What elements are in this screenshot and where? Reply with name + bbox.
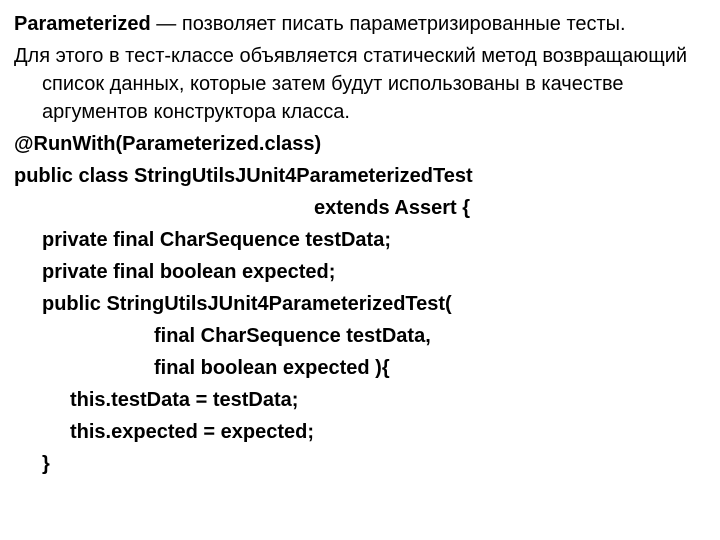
code-line-field1: private final CharSequence testData; (14, 226, 706, 254)
intro-paragraph: Parameterized — позволяет писать парамет… (14, 10, 706, 38)
code-line-annotation: @RunWith(Parameterized.class) (14, 130, 706, 158)
code-line-assign2: this.expected = expected; (14, 418, 706, 446)
code-line-close: } (14, 450, 706, 478)
code-line-constructor: public StringUtilsJUnit4ParameterizedTes… (14, 290, 706, 318)
description-paragraph: Для этого в тест-классе объявляется стат… (14, 42, 706, 126)
code-line-field2: private final boolean expected; (14, 258, 706, 286)
intro-desc: — позволяет писать параметризированные т… (151, 13, 626, 35)
term-parameterized: Parameterized (14, 13, 151, 35)
code-line-class-decl: public class StringUtilsJUnit4Parameteri… (14, 162, 706, 190)
code-line-param2: final boolean expected ){ (14, 354, 706, 382)
code-line-assign1: this.testData = testData; (14, 386, 706, 414)
code-line-extends: extends Assert { (14, 194, 706, 222)
code-line-param1: final CharSequence testData, (14, 322, 706, 350)
